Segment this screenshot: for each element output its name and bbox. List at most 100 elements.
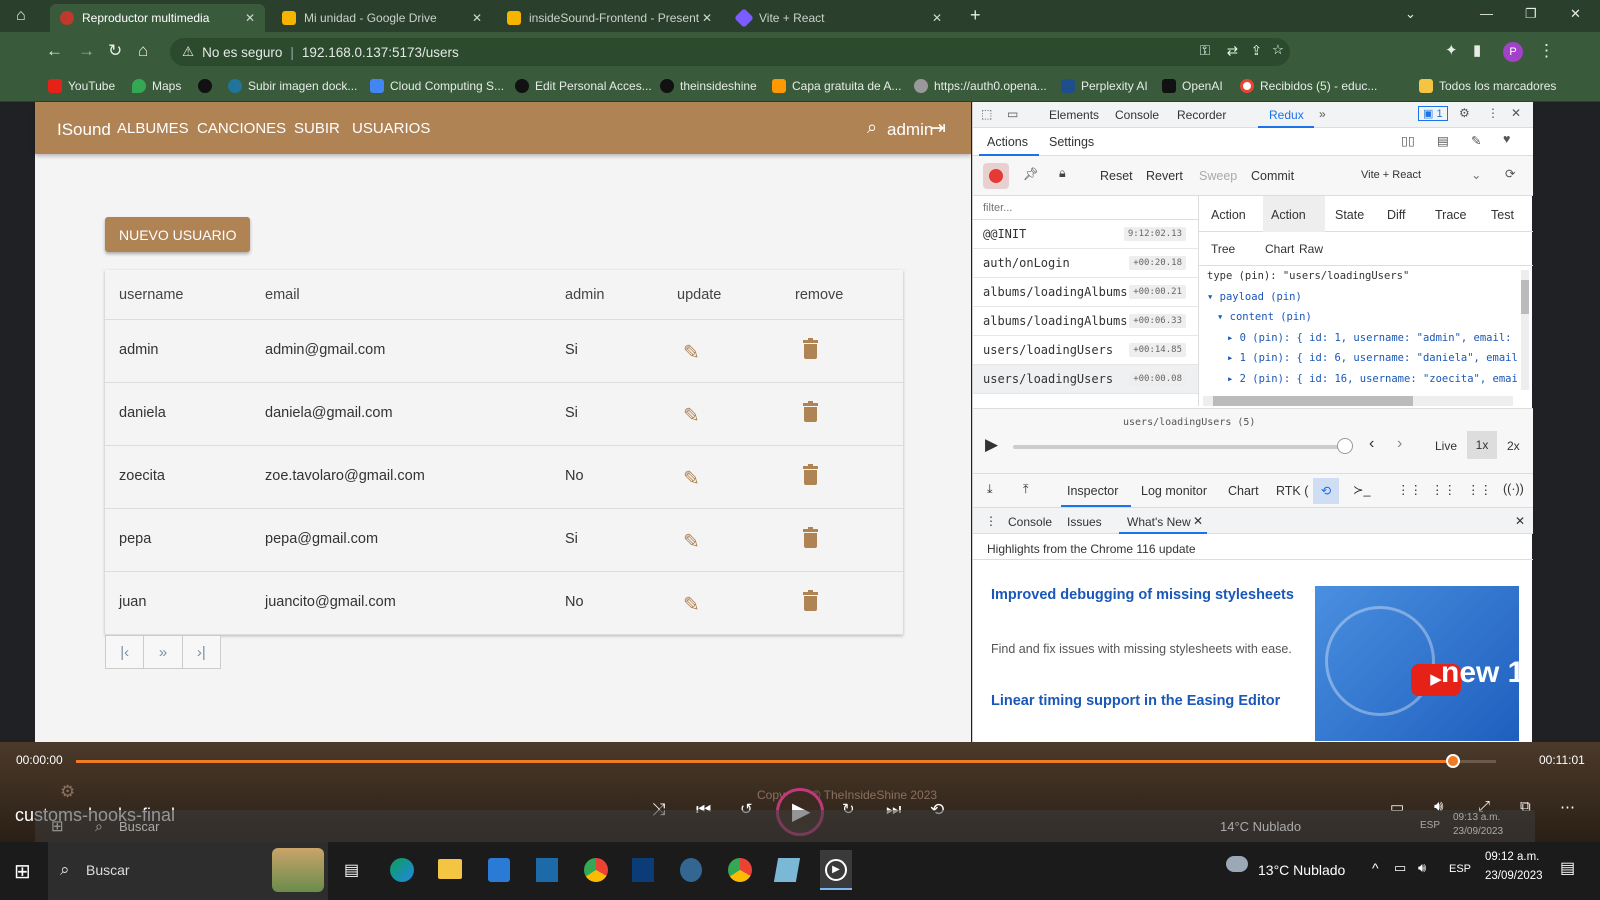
- broadcast-icon[interactable]: ((·)): [1503, 482, 1524, 496]
- scrollbar[interactable]: [1521, 270, 1529, 390]
- extensions-icon[interactable]: ✦: [1445, 41, 1458, 59]
- menu-icon[interactable]: ⋮: [1487, 106, 1499, 120]
- tab-settings[interactable]: Settings: [1049, 135, 1094, 149]
- tree-node[interactable]: ▸ 0 (pin): { id: 1, username: "admin", e…: [1203, 332, 1517, 353]
- close-window-button[interactable]: ✕: [1570, 6, 1581, 22]
- record-button[interactable]: [983, 163, 1009, 189]
- device-icon[interactable]: ▭: [1007, 107, 1018, 121]
- action-filter-input[interactable]: [973, 196, 1198, 220]
- trash-icon[interactable]: [803, 527, 818, 548]
- trash-icon[interactable]: [803, 590, 818, 611]
- prev-icon[interactable]: ‹: [1369, 435, 1374, 453]
- bookmark[interactable]: Cloud Computing S...: [370, 79, 504, 93]
- close-icon[interactable]: ✕: [1511, 106, 1521, 120]
- next-icon[interactable]: ›: [1397, 435, 1402, 453]
- restore-button[interactable]: ❐: [1525, 6, 1537, 22]
- terminal-icon[interactable]: ≻_: [1353, 482, 1370, 497]
- action-item[interactable]: albums/loadingAlbums +00:06.33: [973, 307, 1198, 336]
- bookmark[interactable]: YouTube: [48, 79, 115, 93]
- postgres-icon[interactable]: [680, 858, 702, 882]
- app-icon[interactable]: [632, 858, 654, 882]
- close-icon[interactable]: ✕: [932, 11, 942, 25]
- tab-vite[interactable]: Vite + React ✕: [727, 4, 952, 32]
- seek-handle[interactable]: [1446, 754, 1461, 768]
- action-item[interactable]: albums/loadingAlbums +00:00.21: [973, 278, 1198, 307]
- volume-icon[interactable]: 🔊︎: [1418, 860, 1426, 876]
- tab-tree[interactable]: Tree: [1211, 242, 1235, 256]
- tab-log-monitor[interactable]: Log monitor: [1141, 484, 1207, 498]
- play-icon[interactable]: ▶: [985, 435, 998, 455]
- sidepanel-icon[interactable]: ▮: [1473, 41, 1481, 59]
- nav-usuarios[interactable]: USUARIOS: [352, 120, 430, 137]
- reset-button[interactable]: Reset: [1100, 169, 1133, 183]
- bookmark[interactable]: Maps: [132, 79, 181, 93]
- close-icon[interactable]: ✕: [702, 11, 712, 25]
- taskbar-lang[interactable]: ESP: [1449, 863, 1471, 875]
- upload-icon[interactable]: ⤒: [1023, 482, 1029, 497]
- tab-chart-monitor[interactable]: Chart: [1228, 484, 1259, 498]
- close-icon[interactable]: ✕: [1515, 514, 1525, 528]
- edit-pencil-icon[interactable]: ✎: [683, 466, 700, 491]
- tab-redux[interactable]: Redux: [1269, 108, 1304, 122]
- inspect-icon[interactable]: ⬚: [981, 107, 992, 121]
- taskbar-weather[interactable]: 13°C Nublado: [1258, 862, 1345, 878]
- bookmark[interactable]: https://auth0.opena...: [914, 79, 1047, 93]
- bookmark[interactable]: Recibidos (5) - educ...: [1240, 79, 1377, 93]
- heart-icon[interactable]: ♥: [1503, 132, 1510, 146]
- trash-icon[interactable]: [803, 338, 818, 359]
- edit-pencil-icon[interactable]: ✎: [683, 592, 700, 617]
- home-icon[interactable]: ⌂: [138, 41, 148, 61]
- minimize-button[interactable]: —: [1480, 6, 1493, 21]
- app-brand[interactable]: ISound: [57, 120, 111, 140]
- more-icon[interactable]: ⋯: [1560, 798, 1575, 816]
- app-icon[interactable]: [536, 858, 558, 882]
- lock-icon[interactable]: 🔒︎: [1059, 166, 1066, 181]
- first-page-button[interactable]: |‹: [106, 636, 145, 668]
- revert-button[interactable]: Revert: [1146, 169, 1183, 183]
- media-player-taskbar-button[interactable]: ▶: [820, 850, 852, 890]
- action-item[interactable]: auth/onLogin +00:20.18: [973, 249, 1198, 278]
- tab-action[interactable]: Action: [1263, 196, 1325, 232]
- omnibox[interactable]: ⚠ No es seguro | 192.168.0.137:5173/user…: [170, 38, 1290, 66]
- download-icon[interactable]: ⤓: [987, 482, 993, 497]
- windows-start-icon[interactable]: ⊞: [14, 859, 31, 884]
- chevron-down-icon[interactable]: ⌄: [1405, 6, 1416, 22]
- app-icon[interactable]: [773, 858, 801, 882]
- new-user-button[interactable]: NUEVO USUARIO: [105, 217, 251, 252]
- action-slider[interactable]: [1013, 445, 1347, 449]
- nav-canciones[interactable]: CANCIONES: [197, 120, 286, 137]
- tab-presentation[interactable]: insideSound-Frontend - Present ✕: [497, 4, 722, 32]
- sync-icon[interactable]: ⟲: [1313, 478, 1339, 504]
- grid-icon[interactable]: ⋮⋮: [1397, 482, 1422, 497]
- last-page-button[interactable]: ›|: [183, 636, 220, 668]
- tab-inspector[interactable]: Inspector: [1067, 484, 1118, 498]
- edit-pencil-icon[interactable]: ✎: [683, 340, 700, 365]
- bookmark[interactable]: OpenAI: [1162, 79, 1223, 93]
- trash-icon[interactable]: [803, 464, 818, 485]
- task-view-icon[interactable]: ▤: [344, 860, 359, 880]
- share-icon[interactable]: ⇪: [1251, 43, 1262, 59]
- tab-action-filter[interactable]: Action: [1211, 208, 1246, 222]
- notifications-icon[interactable]: ▤: [1560, 858, 1575, 878]
- edge-icon[interactable]: [390, 858, 414, 882]
- drawer-tab-whats-new[interactable]: What's New: [1127, 515, 1191, 529]
- tree-node[interactable]: ▸ 2 (pin): { id: 16, username: "zoecita"…: [1203, 373, 1517, 394]
- edit-pencil-icon[interactable]: ✎: [683, 403, 700, 428]
- commit-button[interactable]: Commit: [1251, 169, 1294, 183]
- edit-pencil-icon[interactable]: ✎: [683, 529, 700, 554]
- pin-icon[interactable]: 📌︎: [1023, 167, 1039, 182]
- close-icon[interactable]: ✕: [245, 11, 255, 25]
- instance-select[interactable]: Vite + React: [1361, 169, 1421, 181]
- vscode-icon[interactable]: [488, 858, 510, 882]
- file-explorer-icon[interactable]: [438, 859, 462, 879]
- nav-albumes[interactable]: ALBUMES: [117, 120, 189, 137]
- action-item[interactable]: users/loadingUsers +00:00.08: [973, 365, 1198, 394]
- bookmark[interactable]: Subir imagen dock...: [228, 79, 357, 93]
- seek-track[interactable]: [76, 760, 1496, 763]
- action-item[interactable]: users/loadingUsers +00:14.85: [973, 336, 1198, 365]
- drawer-tab-issues[interactable]: Issues: [1067, 515, 1102, 529]
- sweep-button[interactable]: Sweep: [1199, 169, 1237, 183]
- close-icon[interactable]: ✕: [472, 11, 482, 25]
- new-tab-button[interactable]: +: [970, 5, 981, 26]
- trash-icon[interactable]: [803, 401, 818, 422]
